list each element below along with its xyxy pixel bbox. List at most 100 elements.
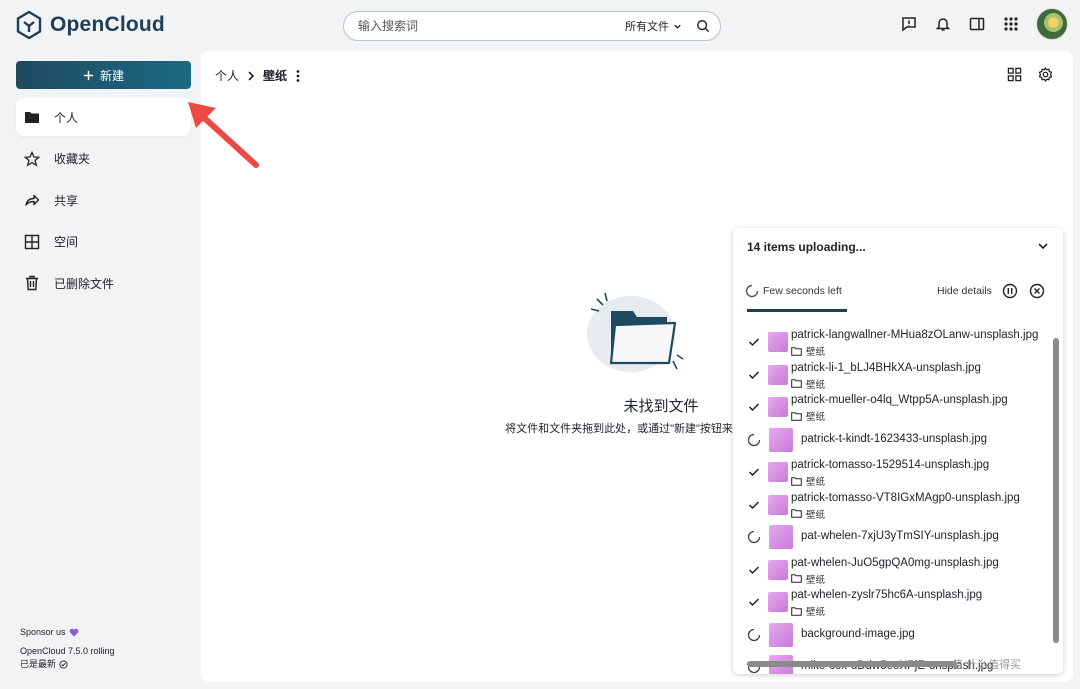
horizontal-scrollbar[interactable] (747, 661, 957, 667)
tile-view-icon[interactable] (1007, 67, 1022, 82)
check-icon (748, 403, 760, 412)
search-input[interactable] (358, 19, 625, 33)
user-avatar[interactable] (1036, 8, 1068, 40)
upload-item-folder-label: 壁纸 (806, 477, 826, 488)
brand-logo[interactable]: OpenCloud (16, 10, 165, 40)
upload-item[interactable]: patrick-tomasso-1529514-unsplash.jpg 壁纸 (733, 456, 1055, 488)
share-icon (25, 194, 40, 206)
time-left-label: Few seconds left (763, 285, 842, 297)
upload-item-name: pat-whelen-7xjU3yTmSIY-unsplash.jpg (801, 530, 999, 542)
upload-item[interactable]: patrick-tomasso-VT8IGxMAgp0-unsplash.jpg… (733, 489, 1055, 521)
star-icon (24, 150, 40, 167)
upload-item-folder: 壁纸 (791, 409, 825, 423)
pause-icon[interactable] (1002, 283, 1018, 299)
upload-item[interactable]: patrick-mueller-o4lq_Wtpp5A-unsplash.jpg… (733, 391, 1055, 423)
upload-item[interactable]: patrick-t-kindt-1623433-unsplash.jpg (733, 424, 1055, 455)
sidebar-item-spaces[interactable]: 空间 (16, 223, 191, 261)
sidebar-item-shares[interactable]: 共享 (16, 181, 191, 219)
upload-item-folder-label: 壁纸 (806, 607, 826, 618)
update-status-label: 已是最新 (20, 659, 57, 669)
spinner-icon (747, 433, 761, 446)
version-text: OpenCloud 7.5.0 rolling (20, 646, 115, 656)
hide-details-button[interactable]: Hide details (937, 285, 992, 297)
check-circle-icon (59, 660, 68, 669)
upload-item-folder: 壁纸 (791, 377, 825, 391)
upload-item-name: patrick-tomasso-1529514-unsplash.jpg (791, 459, 990, 471)
image-file-icon (768, 559, 788, 580)
vertical-scrollbar[interactable] (1053, 338, 1059, 643)
check-icon (748, 500, 760, 509)
upload-item-folder-label: 壁纸 (806, 509, 826, 521)
check-icon (748, 565, 760, 574)
sidebar-item-label: 空间 (54, 235, 79, 249)
folder-icon (791, 379, 802, 388)
spaces-icon (24, 234, 40, 249)
watermark: 值 什么值得买 (952, 656, 1021, 672)
folder-icon (25, 112, 39, 123)
image-file-icon (769, 427, 793, 452)
sidebar-item-label: 已删除文件 (54, 276, 115, 291)
app-grid-icon[interactable] (1002, 15, 1020, 33)
sponsor-label: Sponsor us (20, 627, 66, 637)
upload-item-folder-label: 壁纸 (806, 347, 826, 358)
check-icon (748, 338, 760, 347)
breadcrumb: 个人 壁纸 (215, 67, 301, 84)
folder-icon (791, 476, 802, 486)
empty-folder-icon (587, 292, 684, 372)
upload-item-name: pat-whelen-zyslr75hc6A-unsplash.jpg (791, 589, 983, 601)
upload-item[interactable]: patrick-langwallner-MHua8zOLanw-unsplash… (733, 326, 1055, 358)
check-icon (748, 598, 760, 607)
new-button[interactable]: 新建 (16, 61, 191, 89)
sidebar-item-favorites[interactable]: 收藏夹 (16, 140, 191, 178)
image-file-icon (768, 332, 788, 352)
upload-item[interactable]: patrick-li-1_bLJ4BHkXA-unsplash.jpg 壁纸 (733, 359, 1055, 391)
sidebar-item-label: 个人 (54, 110, 79, 125)
new-button-label: 新建 (99, 68, 124, 83)
search-scope-select[interactable]: 所有文件 (625, 18, 682, 34)
empty-title: 未找到文件 (623, 398, 699, 415)
cancel-icon[interactable] (1029, 283, 1045, 299)
sidebar-item-label: 收藏夹 (54, 152, 91, 166)
more-vertical-icon[interactable] (295, 69, 301, 83)
sidebar-item-label: 共享 (54, 193, 79, 208)
spinner-icon (747, 628, 761, 641)
search-icon[interactable] (696, 19, 710, 33)
upload-time-status: Few seconds left (745, 284, 842, 298)
upload-item-name: patrick-li-1_bLJ4BHkXA-unsplash.jpg (791, 361, 981, 374)
upload-item-folder: 壁纸 (791, 344, 825, 358)
side-panel-icon[interactable] (968, 15, 986, 33)
upload-item-folder: 壁纸 (791, 474, 825, 488)
folder-icon (791, 346, 802, 356)
upload-item-name: patrick-tomasso-VT8IGxMAgp0-unsplash.jpg (791, 491, 1020, 504)
upload-item[interactable]: pat-whelen-JuO5gpQA0mg-unsplash.jpg 壁纸 (733, 554, 1055, 586)
spinner-icon (747, 530, 761, 544)
brand-name: OpenCloud (50, 13, 165, 36)
sponsor-link[interactable]: Sponsor us (20, 626, 115, 639)
image-file-icon (768, 462, 788, 482)
sidebar-item-personal[interactable]: 个人 (16, 98, 191, 136)
upload-item[interactable]: pat-whelen-zyslr75hc6A-unsplash.jpg 壁纸 (733, 586, 1055, 618)
search-bar: 所有文件 (343, 11, 721, 41)
image-file-icon (768, 592, 788, 612)
gear-icon[interactable] (1038, 67, 1053, 82)
upload-panel: 14 items uploading... Few seconds left H… (733, 228, 1063, 674)
breadcrumb-item-personal[interactable]: 个人 (215, 67, 239, 84)
heart-icon (69, 628, 78, 637)
image-file-icon (768, 364, 788, 385)
upload-item[interactable]: pat-whelen-7xjU3yTmSIY-unsplash.jpg (733, 521, 1055, 552)
chevron-down-icon[interactable] (1037, 240, 1049, 252)
plus-icon (83, 70, 94, 80)
upload-item-folder-label: 壁纸 (806, 412, 826, 423)
annotation-arrow-icon (188, 102, 259, 168)
feedback-icon[interactable] (900, 15, 918, 33)
chevron-right-icon (248, 70, 255, 81)
image-file-icon (768, 397, 788, 417)
upload-item[interactable]: background-image.jpg (733, 619, 1055, 650)
image-file-icon (769, 622, 793, 647)
upload-item-folder-label: 壁纸 (806, 379, 826, 391)
bell-icon[interactable] (934, 15, 952, 33)
check-icon (748, 370, 760, 379)
upload-item-folder: 壁纸 (791, 572, 825, 586)
sidebar-item-trash[interactable]: 已删除文件 (16, 264, 191, 302)
sidebar-footer: Sponsor us OpenCloud 7.5.0 rolling 已是最新 (20, 626, 115, 671)
